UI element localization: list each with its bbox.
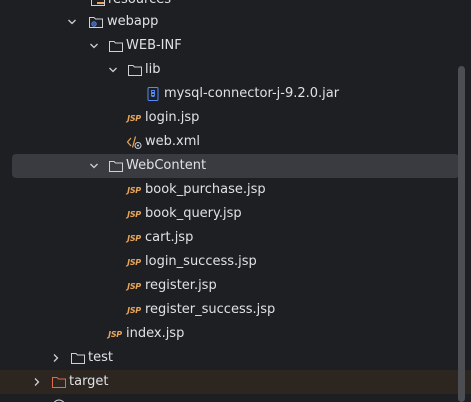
tree-item-register-success-jsp[interactable]: JSP register_success.jsp — [0, 298, 471, 322]
web-folder-icon — [88, 14, 104, 30]
tree-item-label: cart.jsp — [145, 230, 194, 245]
excluded-folder-icon — [51, 374, 67, 390]
chevron-down-icon[interactable] — [88, 154, 100, 178]
tree-item-partial[interactable] — [0, 394, 471, 402]
tree-item-label: book_purchase.jsp — [145, 182, 266, 197]
xml-icon — [126, 134, 142, 150]
tree-item-webapp[interactable]: webapp — [0, 10, 471, 34]
tree-item-label: target — [69, 374, 109, 389]
folder-icon — [108, 38, 124, 54]
folder-icon — [70, 350, 86, 366]
tree-item-label: register.jsp — [145, 278, 217, 293]
chevron-right-icon[interactable] — [50, 346, 62, 370]
jsp-icon: JSP — [127, 185, 141, 195]
tree-item-index-jsp[interactable]: JSP index.jsp — [0, 322, 471, 346]
chevron-right-icon[interactable] — [31, 370, 43, 394]
tree-item-test[interactable]: test — [0, 346, 471, 370]
jsp-icon: JSP — [127, 305, 141, 315]
tree-item-label: register_success.jsp — [145, 302, 276, 317]
tree-item-label: WEB-INF — [126, 38, 182, 53]
jsp-icon: JSP — [127, 113, 141, 123]
tree-item-label: WebContent — [126, 158, 207, 173]
selection-highlight — [12, 154, 459, 178]
jsp-icon: JSP — [127, 257, 141, 267]
project-tree[interactable]: resources webapp WEB-INF lib — [0, 0, 471, 402]
tree-item-login-jsp[interactable]: JSP login.jsp — [0, 106, 471, 130]
folder-icon — [90, 0, 106, 8]
tree-item-lib[interactable]: lib — [0, 58, 471, 82]
tree-item-label: mysql-connector-j-9.2.0.jar — [164, 86, 340, 101]
chevron-down-icon[interactable] — [88, 34, 100, 58]
jsp-icon: JSP — [127, 209, 141, 219]
tree-item-book-query-jsp[interactable]: JSP book_query.jsp — [0, 202, 471, 226]
tree-item-label: book_query.jsp — [145, 206, 242, 221]
folder-icon — [108, 158, 124, 174]
jsp-icon: JSP — [127, 281, 141, 291]
jsp-icon: JSP — [108, 329, 122, 339]
vertical-scrollbar[interactable] — [454, 0, 471, 402]
tree-item-register-jsp[interactable]: JSP register.jsp — [0, 274, 471, 298]
tree-item-web-inf[interactable]: WEB-INF — [0, 34, 471, 58]
tree-item-label: login.jsp — [145, 110, 200, 125]
file-icon — [51, 398, 67, 402]
jar-icon — [145, 86, 161, 102]
chevron-down-icon[interactable] — [66, 10, 78, 34]
scrollbar-thumb[interactable] — [458, 66, 465, 402]
tree-item-mysql-connector-jar[interactable]: mysql-connector-j-9.2.0.jar — [0, 82, 471, 106]
tree-item-target[interactable]: target — [0, 370, 471, 394]
tree-item-book-purchase-jsp[interactable]: JSP book_purchase.jsp — [0, 178, 471, 202]
tree-item-label: webapp — [107, 14, 159, 29]
tree-item-label: index.jsp — [126, 326, 185, 341]
chevron-down-icon[interactable] — [107, 58, 119, 82]
tree-item-label: web.xml — [145, 134, 200, 149]
tree-item-label: lib — [145, 62, 161, 77]
tree-item-web-xml[interactable]: web.xml — [0, 130, 471, 154]
folder-icon — [127, 62, 143, 78]
tree-item-label: test — [88, 350, 113, 365]
jsp-icon: JSP — [127, 233, 141, 243]
tree-item-cart-jsp[interactable]: JSP cart.jsp — [0, 226, 471, 250]
tree-item-login-success-jsp[interactable]: JSP login_success.jsp — [0, 250, 471, 274]
tree-item-webcontent[interactable]: WebContent — [0, 154, 471, 178]
tree-item-label: login_success.jsp — [145, 254, 257, 269]
